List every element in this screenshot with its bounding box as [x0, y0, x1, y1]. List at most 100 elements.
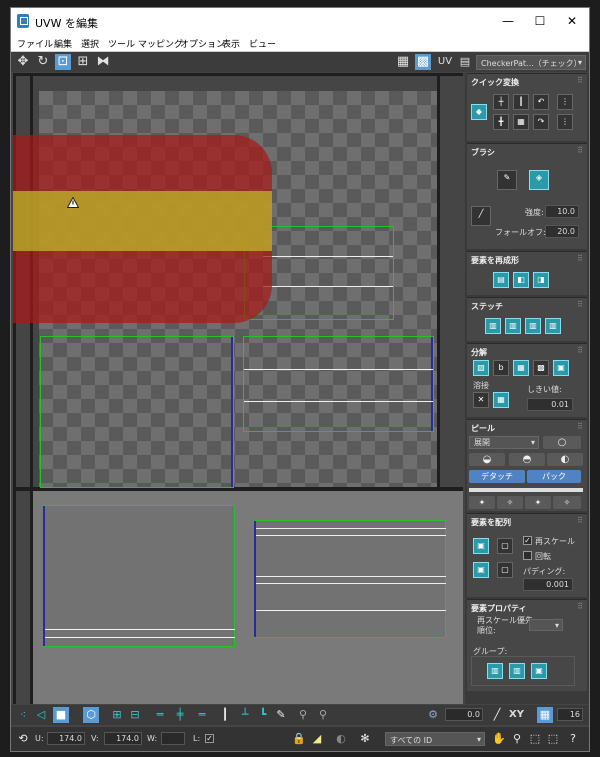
move-icon[interactable]: ✥ [15, 54, 31, 70]
element-mode-icon[interactable]: ⬡ [83, 707, 99, 723]
uv-label[interactable]: UV [435, 54, 455, 70]
break-by-angle-icon[interactable]: b [493, 360, 509, 376]
pin-icon[interactable]: ✦ [469, 496, 495, 509]
align-vertical-icon[interactable]: ╋ [493, 114, 509, 130]
id-select[interactable]: すべての ID ▾ [385, 732, 485, 746]
rotate-cw-icon[interactable]: ↷ [533, 114, 549, 130]
drag-handle-icon[interactable]: ⠿ [577, 516, 583, 525]
space-horizontal-icon[interactable]: ┃ [513, 94, 529, 110]
xy-label[interactable]: XY [509, 709, 524, 720]
show-icon[interactable]: ◐ [333, 731, 349, 747]
weld-target-icon[interactable]: ▦ [493, 392, 509, 408]
rotate-ccw-icon[interactable]: ↶ [533, 94, 549, 110]
minimize-button[interactable]: — [493, 10, 523, 32]
pack-normalize-icon[interactable]: ▣ [473, 538, 489, 554]
relax-until-flat-icon[interactable]: ◧ [513, 272, 529, 288]
show-map-icon[interactable]: ▩ [415, 54, 431, 70]
maximize-button[interactable]: ☐ [525, 10, 555, 32]
edge-mode-icon[interactable]: ◁ [33, 707, 49, 723]
hide-icon[interactable]: ◢ [309, 731, 325, 747]
vertex-mode-icon[interactable]: ⁖ [15, 707, 31, 723]
uv-shell-bottom-left[interactable] [43, 505, 235, 647]
select-by-normal-icon[interactable]: ⚲ [315, 707, 331, 723]
select-by-element-icon[interactable]: ⚲ [295, 707, 311, 723]
relax-icon[interactable]: ⋮ [557, 114, 573, 130]
stitch-custom-icon[interactable]: ▥ [485, 318, 501, 334]
straighten-selection-icon[interactable]: ▤ [493, 272, 509, 288]
ungroup-icon[interactable]: ▥ [509, 663, 525, 679]
drag-handle-icon[interactable]: ⠿ [577, 76, 583, 85]
ring-icon[interactable]: ═ [193, 707, 211, 723]
peel-seams-button[interactable]: ◒ [469, 453, 505, 466]
ring-grow-icon[interactable]: ┴ [237, 707, 253, 723]
menu-mapping[interactable]: マッピング [138, 37, 183, 50]
zoom-region-icon[interactable]: ⬚ [527, 731, 543, 747]
uv-shell-middle-left[interactable] [40, 336, 234, 488]
menu-view[interactable]: ビュー [249, 37, 276, 50]
pack-custom-icon[interactable]: ▣ [473, 562, 489, 578]
lock-icon[interactable]: 🔒 [291, 731, 307, 747]
help-icon[interactable]: ? [565, 731, 581, 747]
texture-dropdown[interactable]: CheckerPat...（チェック） ▾ [476, 55, 586, 70]
flatten-icon[interactable]: ▦ [513, 360, 529, 376]
relax-brush-icon[interactable]: ◈ [529, 170, 549, 190]
padding-input[interactable]: 0.001 [523, 578, 573, 591]
menu-display[interactable]: 表示 [222, 37, 240, 50]
align-center-icon[interactable]: ◆ [471, 104, 487, 120]
menu-select[interactable]: 選択 [81, 37, 99, 50]
loop-icon[interactable]: ═ [151, 707, 169, 723]
menu-file[interactable]: ファイル [17, 37, 53, 50]
w-input[interactable] [161, 732, 185, 745]
unpin-icon[interactable]: ✧ [497, 496, 523, 509]
mirror-icon[interactable]: ⧓ [95, 54, 111, 70]
rectangle-icon[interactable]: ◨ [533, 272, 549, 288]
stitch-target-icon[interactable]: ▥ [545, 318, 561, 334]
v-input[interactable]: 174.0 [104, 732, 142, 745]
stitch-average-icon[interactable]: ▥ [525, 318, 541, 334]
ring-shrink-icon[interactable]: ┗ [255, 707, 271, 723]
drag-handle-icon[interactable]: ⠿ [577, 300, 583, 309]
peel-pelt-button[interactable]: ◓ [509, 453, 545, 466]
pack-rescale-icon[interactable]: ▢ [497, 562, 513, 578]
freeze-icon[interactable]: ✻ [357, 731, 373, 747]
group-selected-icon[interactable]: ▥ [487, 663, 503, 679]
group-select-icon[interactable]: ▣ [531, 663, 547, 679]
rotate-icon[interactable]: ↻ [35, 54, 51, 70]
grid-input[interactable]: 16 [557, 708, 583, 721]
zoom-extents-icon[interactable]: ⬚ [545, 731, 561, 747]
grow-selection-icon[interactable]: ⊞ [109, 707, 125, 723]
peel-lscm-button[interactable]: ◐ [547, 453, 583, 466]
drag-handle-icon[interactable]: ⠿ [577, 346, 583, 355]
straighten-icon[interactable]: ⋮ [557, 94, 573, 110]
strength-input[interactable]: 10.0 [545, 205, 579, 218]
break-icon[interactable]: ▧ [473, 360, 489, 376]
drag-handle-icon[interactable]: ⠿ [577, 422, 583, 431]
absolute-offset-icon[interactable]: ⟲ [15, 731, 31, 747]
rescale-priority-select[interactable]: ▾ [529, 619, 563, 631]
space-vertical-icon[interactable]: ▦ [513, 114, 529, 130]
uv-shell-middle-right[interactable] [243, 336, 434, 432]
menu-options[interactable]: オプション [180, 37, 225, 50]
pin-edges-icon[interactable]: ✦ [525, 496, 551, 509]
freeform-icon[interactable]: ⊞ [75, 54, 91, 70]
u-input[interactable]: 174.0 [47, 732, 85, 745]
menu-edit[interactable]: 編集 [54, 37, 72, 50]
angle-snap-icon[interactable]: ⚙ [425, 707, 441, 723]
uv-settings-icon[interactable]: ▤ [457, 54, 473, 70]
auto-pin-icon[interactable]: ✧ [553, 496, 581, 509]
detach-button[interactable]: デタッチ [469, 470, 525, 483]
loop-grow-icon[interactable]: ╪ [171, 707, 189, 723]
brush-line-icon[interactable]: ╱ [471, 206, 491, 226]
paint-brush-icon[interactable]: ✎ [497, 170, 517, 190]
scale-icon[interactable]: ⊡ [55, 54, 71, 70]
peel-reset-button[interactable]: ○ [543, 436, 581, 449]
menu-tools[interactable]: ツール [108, 37, 135, 50]
align-horizontal-icon[interactable]: ┼ [493, 94, 509, 110]
stitch-source-icon[interactable]: ▥ [505, 318, 521, 334]
weld-selected-icon[interactable]: ✕ [473, 392, 489, 408]
uv-viewport[interactable] [13, 73, 463, 704]
close-button[interactable]: ✕ [557, 10, 587, 32]
uv-shell-bottom-right[interactable] [254, 520, 446, 638]
brush-line-icon[interactable]: ╱ [489, 707, 505, 723]
paint-select-icon[interactable]: ✎ [273, 707, 289, 723]
